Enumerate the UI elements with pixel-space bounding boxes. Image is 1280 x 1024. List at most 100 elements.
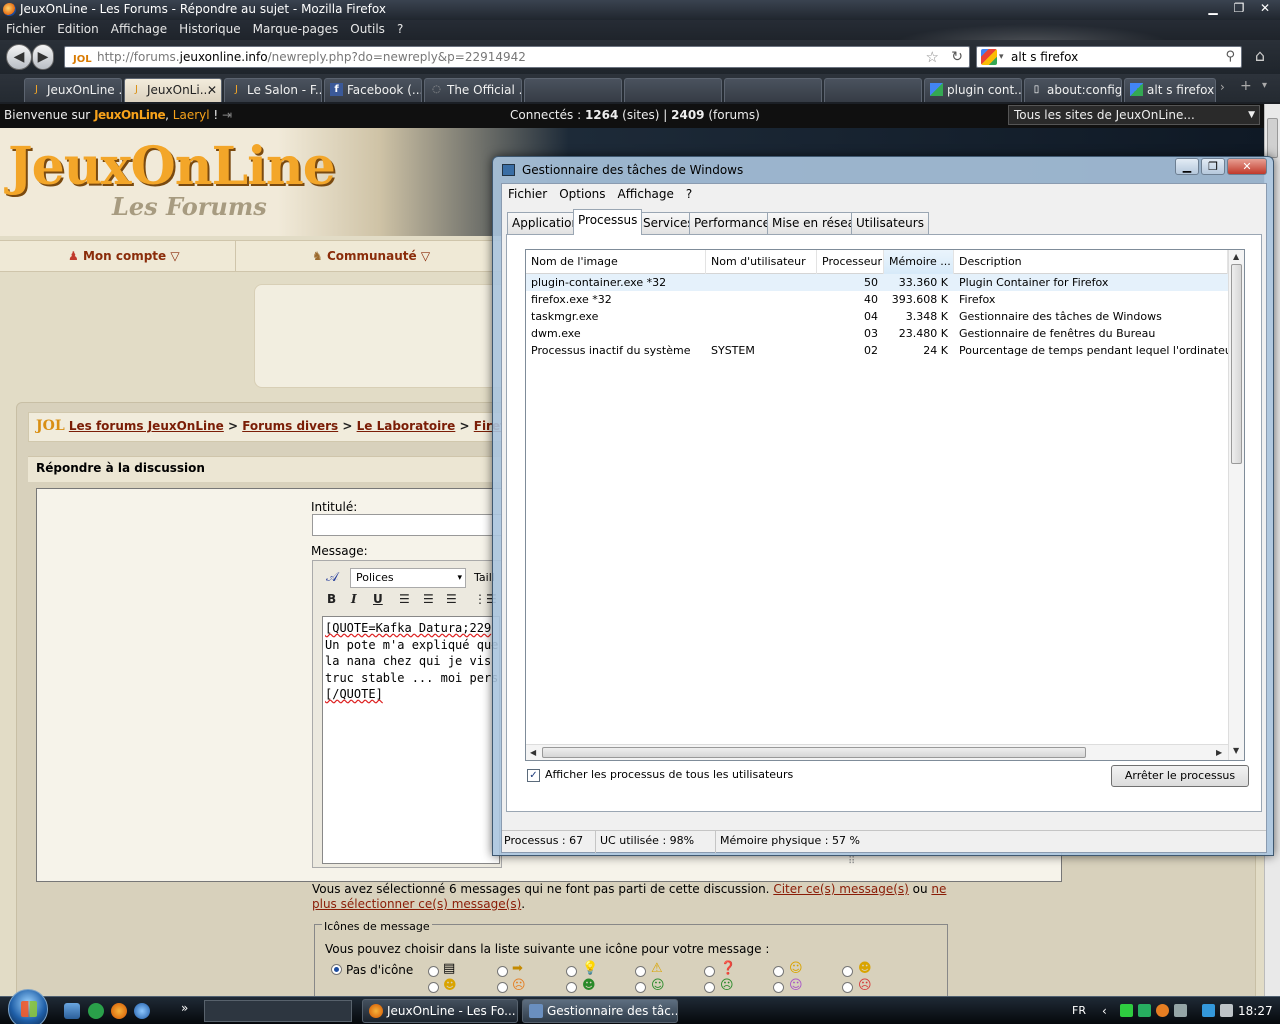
logout-icon[interactable]: ⇥ bbox=[222, 108, 232, 122]
switch-editor-mode-icon[interactable]: 𝒜 bbox=[326, 570, 338, 585]
radio-no-icon[interactable] bbox=[331, 964, 342, 975]
radio-icon[interactable] bbox=[635, 966, 646, 977]
quicklaunch-overflow-icon[interactable]: » bbox=[181, 1001, 188, 1015]
quote-selected-link[interactable]: Citer ce(s) message(s) bbox=[773, 882, 909, 896]
bookmark-star-icon[interactable]: ☆ bbox=[926, 47, 939, 67]
process-row[interactable]: dwm.exe 03 23.480 K Gestionnaire de fenê… bbox=[526, 325, 1228, 342]
url-bar[interactable]: JOL http://forums.jeuxonline.info/newrep… bbox=[64, 46, 970, 68]
radio-icon[interactable] bbox=[428, 966, 439, 977]
tab-facebook[interactable]: f Facebook (... bbox=[324, 78, 422, 102]
show-desktop-icon[interactable] bbox=[64, 1003, 80, 1019]
radio-icon[interactable] bbox=[773, 966, 784, 977]
antivirus-icon[interactable] bbox=[1138, 1004, 1151, 1017]
back-button[interactable]: ◀ bbox=[6, 44, 32, 70]
align-left-icon[interactable]: ☰ bbox=[399, 592, 410, 606]
process-list-vscroll[interactable]: ▲ ▼ bbox=[1228, 250, 1244, 760]
font-select[interactable]: Polices bbox=[350, 568, 466, 588]
tray-expand-icon[interactable]: ‹ bbox=[1102, 997, 1107, 1024]
radio-icon[interactable] bbox=[566, 966, 577, 977]
show-all-processes-checkbox[interactable]: ✓ bbox=[527, 769, 540, 782]
engine-dropdown-icon[interactable]: ▾ bbox=[999, 47, 1004, 67]
align-right-icon[interactable]: ☰ bbox=[446, 592, 457, 606]
start-button[interactable] bbox=[8, 989, 48, 1024]
breadcrumb-forums-jeuxonline[interactable]: Les forums JeuxOnLine bbox=[69, 419, 224, 433]
taskbar-firefox-button[interactable]: JeuxOnLine - Les Fo... bbox=[362, 999, 518, 1023]
title-input[interactable] bbox=[312, 514, 502, 536]
reload-icon[interactable]: ↻ bbox=[951, 47, 963, 67]
speaker-icon[interactable] bbox=[1220, 1004, 1233, 1017]
tm-menu-fichier[interactable]: Fichier bbox=[502, 184, 553, 204]
tm-minimize-button[interactable]: ▁ bbox=[1175, 158, 1199, 175]
close-button[interactable]: ✕ bbox=[1254, 0, 1276, 16]
home-icon[interactable]: ⌂ bbox=[1248, 46, 1272, 68]
menu-affichage[interactable]: Affichage bbox=[105, 20, 173, 36]
menu-edition[interactable]: Edition bbox=[51, 20, 105, 36]
align-center-icon[interactable]: ☰ bbox=[423, 592, 434, 606]
search-bar[interactable]: ▾ alt s firefox ⚲ bbox=[976, 46, 1242, 68]
radio-icon[interactable] bbox=[566, 982, 577, 993]
tab-blank-1[interactable] bbox=[524, 78, 622, 102]
radio-icon[interactable] bbox=[704, 966, 715, 977]
radio-icon[interactable] bbox=[773, 982, 784, 993]
col-description[interactable]: Description bbox=[954, 250, 1228, 274]
process-row[interactable]: firefox.exe *32 40 393.608 K Firefox bbox=[526, 291, 1228, 308]
forward-button[interactable]: ▶ bbox=[32, 44, 54, 70]
menu-fichier[interactable]: Fichier bbox=[0, 20, 51, 36]
tab-the-official[interactable]: ◌ The Official ... bbox=[424, 78, 522, 102]
tab-blank-2[interactable] bbox=[624, 78, 722, 102]
radio-icon[interactable] bbox=[635, 982, 646, 993]
username-link[interactable]: Laeryl bbox=[173, 108, 210, 122]
col-user-name[interactable]: Nom d'utilisateur bbox=[706, 250, 817, 274]
tab-plugin-cont[interactable]: plugin cont... bbox=[924, 78, 1022, 102]
taskbar-address-box[interactable] bbox=[204, 1000, 352, 1022]
process-list-hscroll[interactable]: ◀ ▶ bbox=[526, 744, 1228, 760]
radio-icon[interactable] bbox=[497, 982, 508, 993]
vscroll-thumb[interactable] bbox=[1231, 264, 1242, 464]
menu-outils[interactable]: Outils bbox=[344, 20, 391, 36]
tm-menu-affichage[interactable]: Affichage bbox=[612, 184, 680, 204]
update-icon[interactable] bbox=[1156, 1004, 1169, 1017]
taskbar-task-manager-button[interactable]: Gestionnaire des tâc... bbox=[522, 999, 678, 1023]
search-icon[interactable]: ⚲ bbox=[1225, 47, 1235, 67]
restore-button[interactable]: ❐ bbox=[1228, 0, 1250, 16]
tm-menu-aide[interactable]: ? bbox=[680, 184, 698, 204]
breadcrumb-laboratoire[interactable]: Le Laboratoire bbox=[357, 419, 456, 433]
underline-button[interactable]: U bbox=[373, 592, 383, 606]
jeuxonline-logo[interactable]: JeuxOnLine bbox=[8, 136, 336, 197]
message-textarea[interactable]: [QUOTE=Kafka Datura;229 Un pote m'a expli… bbox=[322, 616, 500, 864]
radio-icon[interactable] bbox=[842, 966, 853, 977]
tm-close-button[interactable]: ✕ bbox=[1227, 158, 1267, 175]
tab-blank-4[interactable] bbox=[824, 78, 922, 102]
radio-icon[interactable] bbox=[842, 982, 853, 993]
process-row[interactable]: plugin-container.exe *32 50 33.360 K Plu… bbox=[526, 274, 1228, 291]
menu-marque-pages[interactable]: Marque-pages bbox=[247, 20, 345, 36]
tab-list-icon[interactable]: ▾ bbox=[1262, 80, 1267, 91]
nav-mon-compte[interactable]: ♟ Mon compte ▽ bbox=[68, 249, 180, 263]
tab-jeuxonline-1[interactable]: J JeuxOnLine ... bbox=[24, 78, 122, 102]
tm-menu-options[interactable]: Options bbox=[553, 184, 611, 204]
all-sites-select[interactable]: Tous les sites de JeuxOnLine... ▼ bbox=[1008, 105, 1260, 125]
scroll-right-icon[interactable]: ▶ bbox=[1216, 748, 1222, 757]
col-cpu[interactable]: Processeur bbox=[817, 250, 884, 274]
nav-communaute[interactable]: ♞ Communauté ▽ bbox=[312, 249, 430, 263]
tabs-scroll-right-icon[interactable]: › bbox=[1220, 80, 1225, 94]
radio-icon[interactable] bbox=[428, 982, 439, 993]
scroll-up-icon[interactable]: ▲ bbox=[1233, 252, 1239, 261]
scroll-down-icon[interactable]: ▼ bbox=[1233, 746, 1239, 755]
breadcrumb-forums-divers[interactable]: Forums divers bbox=[242, 419, 338, 433]
tab-blank-3[interactable] bbox=[724, 78, 822, 102]
process-list[interactable]: Nom de l'image Nom d'utilisateur Process… bbox=[525, 249, 1245, 761]
menu-aide[interactable]: ? bbox=[391, 20, 409, 36]
close-tab-icon[interactable]: ✕ bbox=[207, 79, 217, 101]
resize-grip-icon[interactable]: ⠿ bbox=[848, 856, 855, 867]
hscroll-thumb[interactable] bbox=[542, 747, 1086, 758]
italic-button[interactable]: I bbox=[351, 592, 357, 606]
process-row[interactable]: Processus inactif du système SYSTEM 02 2… bbox=[526, 342, 1228, 359]
jol-brand[interactable]: JeuxOnLine bbox=[94, 108, 166, 122]
google-icon[interactable] bbox=[981, 49, 997, 65]
utorrent-icon[interactable] bbox=[88, 1003, 104, 1019]
messenger-icon[interactable] bbox=[134, 1003, 150, 1019]
page-scrollbar-thumb[interactable] bbox=[1267, 118, 1278, 158]
tab-alt-s-firefox[interactable]: alt s firefox ... bbox=[1124, 78, 1216, 102]
volume-icon[interactable] bbox=[1174, 1004, 1187, 1017]
